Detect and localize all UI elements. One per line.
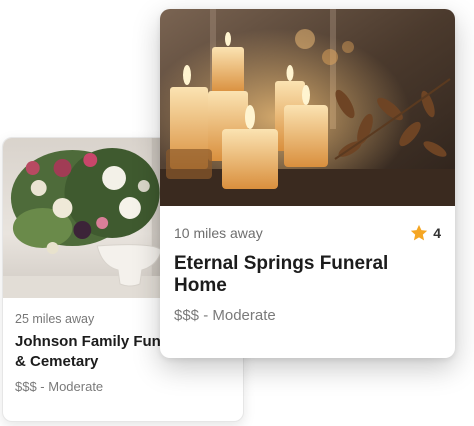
listing-cards-stage: 25 miles away Johnson Family Funeral & C… (0, 0, 474, 426)
star-icon (411, 224, 428, 241)
price-label: $$$ - Moderate (174, 307, 276, 324)
listing-name[interactable]: Eternal Springs Funeral Home (174, 253, 441, 297)
rating-value: 4 (433, 225, 441, 241)
rating: 4 (409, 223, 441, 243)
price-label: $$$ - Moderate (15, 379, 104, 394)
listing-meta-row: 10 miles away 4 (174, 223, 441, 243)
candles-photo (160, 9, 455, 206)
listing-card-eternal-springs[interactable]: 10 miles away 4 Eternal Springs Funeral … (160, 9, 455, 358)
listing-card-body: 10 miles away 4 Eternal Springs Funeral … (174, 217, 441, 324)
distance-label: 10 miles away (174, 225, 263, 241)
